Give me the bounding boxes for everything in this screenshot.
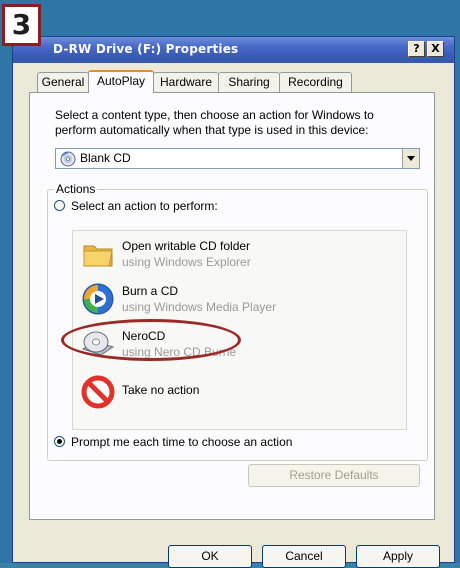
radio-prompt-button[interactable] xyxy=(54,436,65,447)
help-button[interactable]: ? xyxy=(408,41,425,57)
action-name: Take no action xyxy=(122,383,200,397)
cancel-button[interactable]: Cancel xyxy=(262,545,346,568)
list-item[interactable]: NeroCD using Nero CD Burne xyxy=(61,319,406,367)
tab-sharing[interactable]: Sharing xyxy=(218,72,280,92)
window-title: D-RW Drive (F:) Properties xyxy=(53,42,239,56)
instruction-text: Select a content type, then choose an ac… xyxy=(55,108,374,137)
chevron-down-icon[interactable] xyxy=(402,149,419,168)
ok-button[interactable]: OK xyxy=(168,545,252,568)
content-type-dropdown[interactable]: Blank CD xyxy=(55,148,420,169)
autoplay-panel: Select a content type, then choose an ac… xyxy=(29,92,435,520)
action-name: Open writable CD folder xyxy=(122,239,251,253)
action-sub: using Nero CD Burne xyxy=(122,345,237,359)
close-button[interactable]: X xyxy=(427,41,444,57)
no-action-icon xyxy=(81,375,115,409)
list-item[interactable]: Take no action xyxy=(73,371,406,415)
step-number-badge: 3 xyxy=(2,4,41,46)
tab-recording[interactable]: Recording xyxy=(279,72,352,92)
list-item[interactable]: Open writable CD folder using Windows Ex… xyxy=(73,233,406,277)
action-sub: using Windows Explorer xyxy=(122,255,251,269)
action-name: NeroCD xyxy=(122,329,166,343)
tab-autoplay[interactable]: AutoPlay xyxy=(88,70,154,93)
cd-icon xyxy=(60,151,76,167)
radio-prompt-label: Prompt me each time to choose an action xyxy=(71,435,293,449)
media-player-icon xyxy=(82,283,114,315)
folder-icon xyxy=(83,245,113,267)
tab-hardware[interactable]: Hardware xyxy=(153,72,219,92)
tab-general[interactable]: General xyxy=(37,72,89,92)
title-bar[interactable]: D-RW Drive (F:) Properties ? X xyxy=(13,37,454,63)
list-item[interactable]: Burn a CD using Windows Media Player xyxy=(73,278,406,322)
actions-group: Actions Select an action to perform: Ope… xyxy=(47,182,428,461)
action-sub: using Windows Media Player xyxy=(122,300,277,314)
apply-button[interactable]: Apply xyxy=(356,545,440,568)
nero-cd-icon xyxy=(81,331,115,356)
actions-list: Open writable CD folder using Windows Ex… xyxy=(61,230,407,430)
actions-group-label: Actions xyxy=(54,182,98,196)
content-type-value: Blank CD xyxy=(80,151,131,165)
radio-select-action-label: Select an action to perform: xyxy=(71,199,218,213)
restore-defaults-button[interactable]: Restore Defaults xyxy=(248,464,420,487)
radio-select-action-button[interactable] xyxy=(54,200,65,211)
action-name: Burn a CD xyxy=(122,284,179,298)
